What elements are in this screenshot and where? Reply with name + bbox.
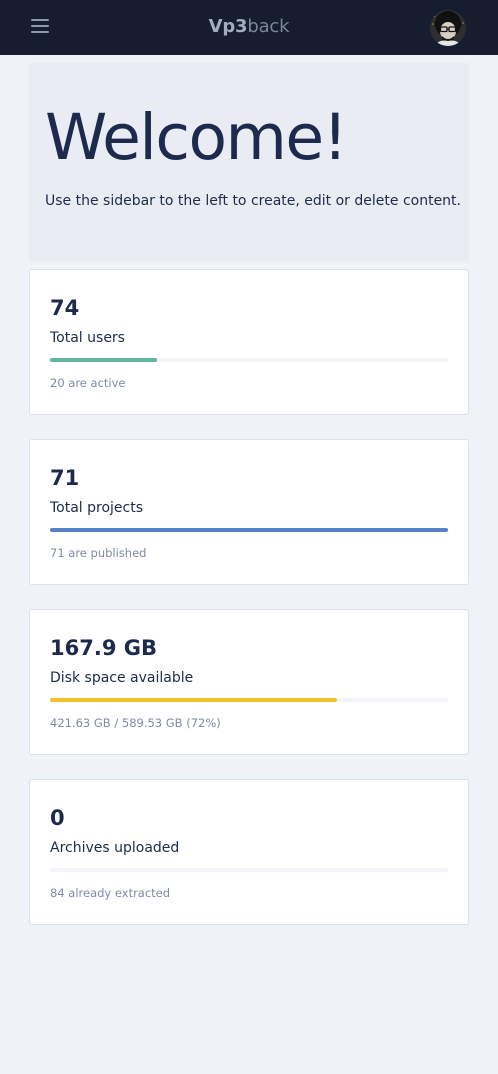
welcome-title: Welcome!	[45, 101, 348, 174]
stat-note: 20 are active	[50, 376, 126, 390]
stat-value: 167.9 GB	[50, 636, 157, 660]
brand-name-bold: Vp3	[208, 16, 248, 37]
stat-value: 71	[50, 466, 80, 490]
stat-note: 71 are published	[50, 546, 147, 560]
stat-card-archives: 0 Archives uploaded 84 already extracted	[29, 779, 469, 925]
welcome-text: Use the sidebar to the left to create, e…	[45, 193, 461, 209]
stat-note: 421.63 GB / 589.53 GB (72%)	[50, 716, 221, 730]
user-avatar[interactable]	[430, 10, 466, 46]
brand-logo[interactable]: Vp3back	[0, 16, 498, 38]
progress-bar	[50, 868, 448, 872]
stat-note: 84 already extracted	[50, 886, 171, 900]
stat-card-disk-space: 167.9 GB Disk space available 421.63 GB …	[29, 609, 469, 755]
stat-card-users: 74 Total users 20 are active	[29, 269, 469, 415]
progress-fill	[50, 528, 448, 532]
avatar-image	[430, 10, 466, 46]
stat-card-projects: 71 Total projects 71 are published	[29, 439, 469, 585]
stat-label: Disk space available	[50, 670, 194, 686]
stat-label: Archives uploaded	[50, 840, 180, 856]
progress-bar	[50, 358, 448, 362]
top-bar: Vp3back	[0, 0, 498, 55]
progress-bar	[50, 528, 448, 532]
stat-label: Total users	[50, 330, 125, 346]
brand-name-light: back	[247, 16, 290, 37]
progress-fill	[50, 358, 158, 362]
stat-label: Total projects	[50, 500, 144, 516]
stat-value: 0	[50, 806, 65, 830]
welcome-panel: Welcome! Use the sidebar to the left to …	[29, 63, 469, 261]
stat-value: 74	[50, 296, 80, 320]
progress-bar	[50, 698, 448, 702]
progress-fill	[50, 698, 337, 702]
